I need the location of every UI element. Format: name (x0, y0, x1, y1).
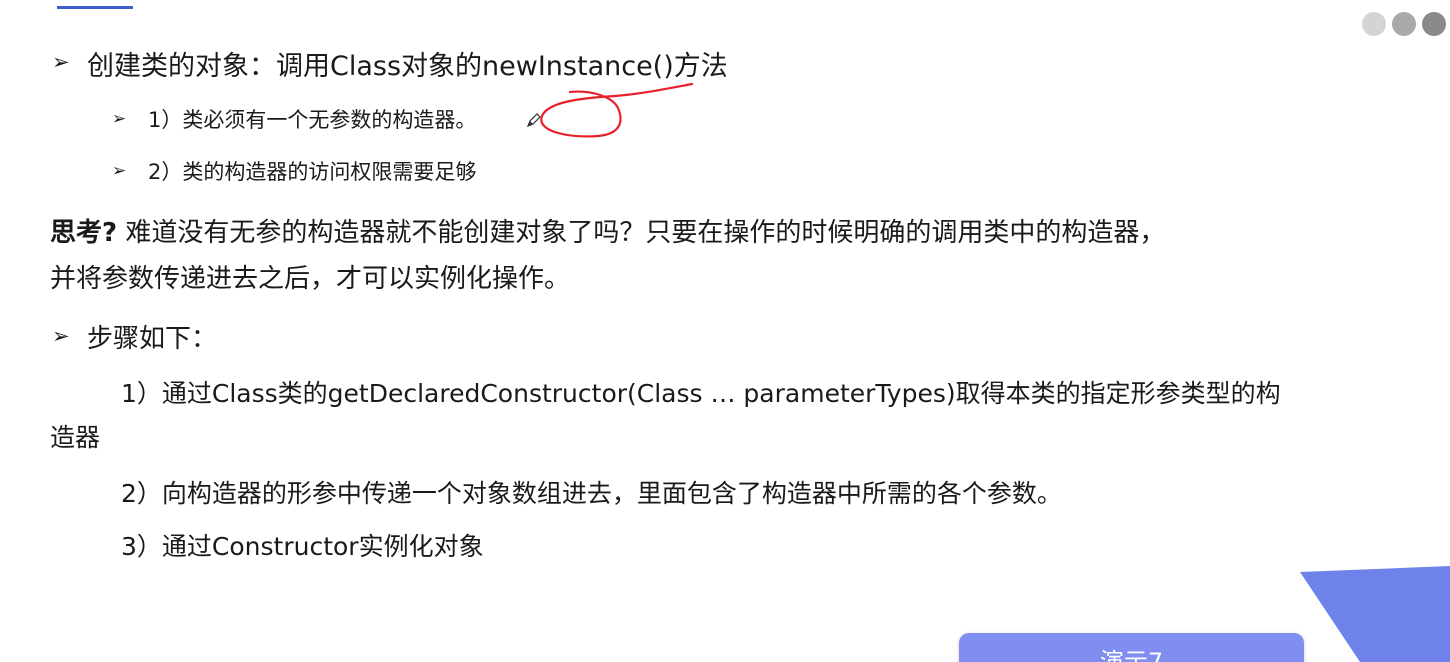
requirement-no-arg-constructor: 1）类必须有一个无参数的构造器。 (148, 108, 477, 132)
step-3: 3）通过Constructor实例化对象 (121, 532, 484, 561)
window-dot-icon[interactable] (1362, 12, 1386, 36)
think-label: 思考? (50, 218, 118, 248)
bullet-arrow-icon: ➢ (52, 324, 70, 348)
red-circle-annotation (540, 82, 694, 138)
think-paragraph: 思考? 难道没有无参的构造器就不能创建对象了吗？只要在操作的时候明确的调用类中的… (50, 212, 1165, 249)
step-2: 2）向构造器的形参中传递一个对象数组进去，里面包含了构造器中所需的各个参数。 (121, 479, 1062, 508)
steps-title: 步骤如下： (87, 324, 218, 354)
slide-top-accent-line (57, 6, 133, 9)
window-dot-icon[interactable] (1422, 12, 1446, 36)
bullet-arrow-icon: ➢ (112, 109, 127, 129)
demo-button[interactable]: 演示7 (959, 633, 1304, 662)
corner-decoration (1300, 566, 1450, 662)
window-dot-icon[interactable] (1392, 12, 1416, 36)
step-1-continued: 造器 (50, 423, 101, 452)
think-text: 难道没有无参的构造器就不能创建对象了吗？只要在操作的时候明确的调用类中的构造器， (117, 218, 1166, 248)
bullet-arrow-icon: ➢ (52, 50, 70, 74)
requirement-access-permission: 2）类的构造器的访问权限需要足够 (148, 160, 477, 184)
step-1: 1）通过Class类的getDeclaredConstructor(Class … (121, 379, 1281, 408)
pen-cursor-icon (526, 113, 541, 128)
window-controls (1362, 12, 1446, 36)
bullet-arrow-icon: ➢ (112, 161, 127, 181)
think-paragraph-continued: 并将参数传递进去之后，才可以实例化操作。 (50, 264, 571, 294)
